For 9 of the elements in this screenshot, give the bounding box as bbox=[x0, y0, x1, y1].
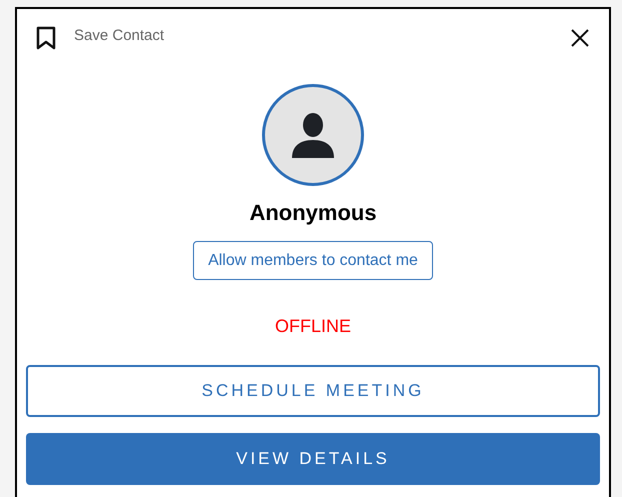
status-label: OFFLINE bbox=[274, 316, 351, 337]
allow-contact-button[interactable]: Allow members to contact me bbox=[193, 241, 433, 280]
view-details-button[interactable]: VIEW DETAILS bbox=[26, 433, 600, 485]
close-icon[interactable] bbox=[571, 29, 589, 47]
bookmark-icon[interactable] bbox=[36, 26, 56, 50]
person-silhouette-icon bbox=[290, 112, 336, 158]
save-contact-link[interactable]: Save Contact bbox=[74, 26, 571, 44]
schedule-meeting-button[interactable]: SCHEDULE MEETING bbox=[26, 365, 600, 417]
contact-name: Anonymous bbox=[249, 200, 377, 226]
